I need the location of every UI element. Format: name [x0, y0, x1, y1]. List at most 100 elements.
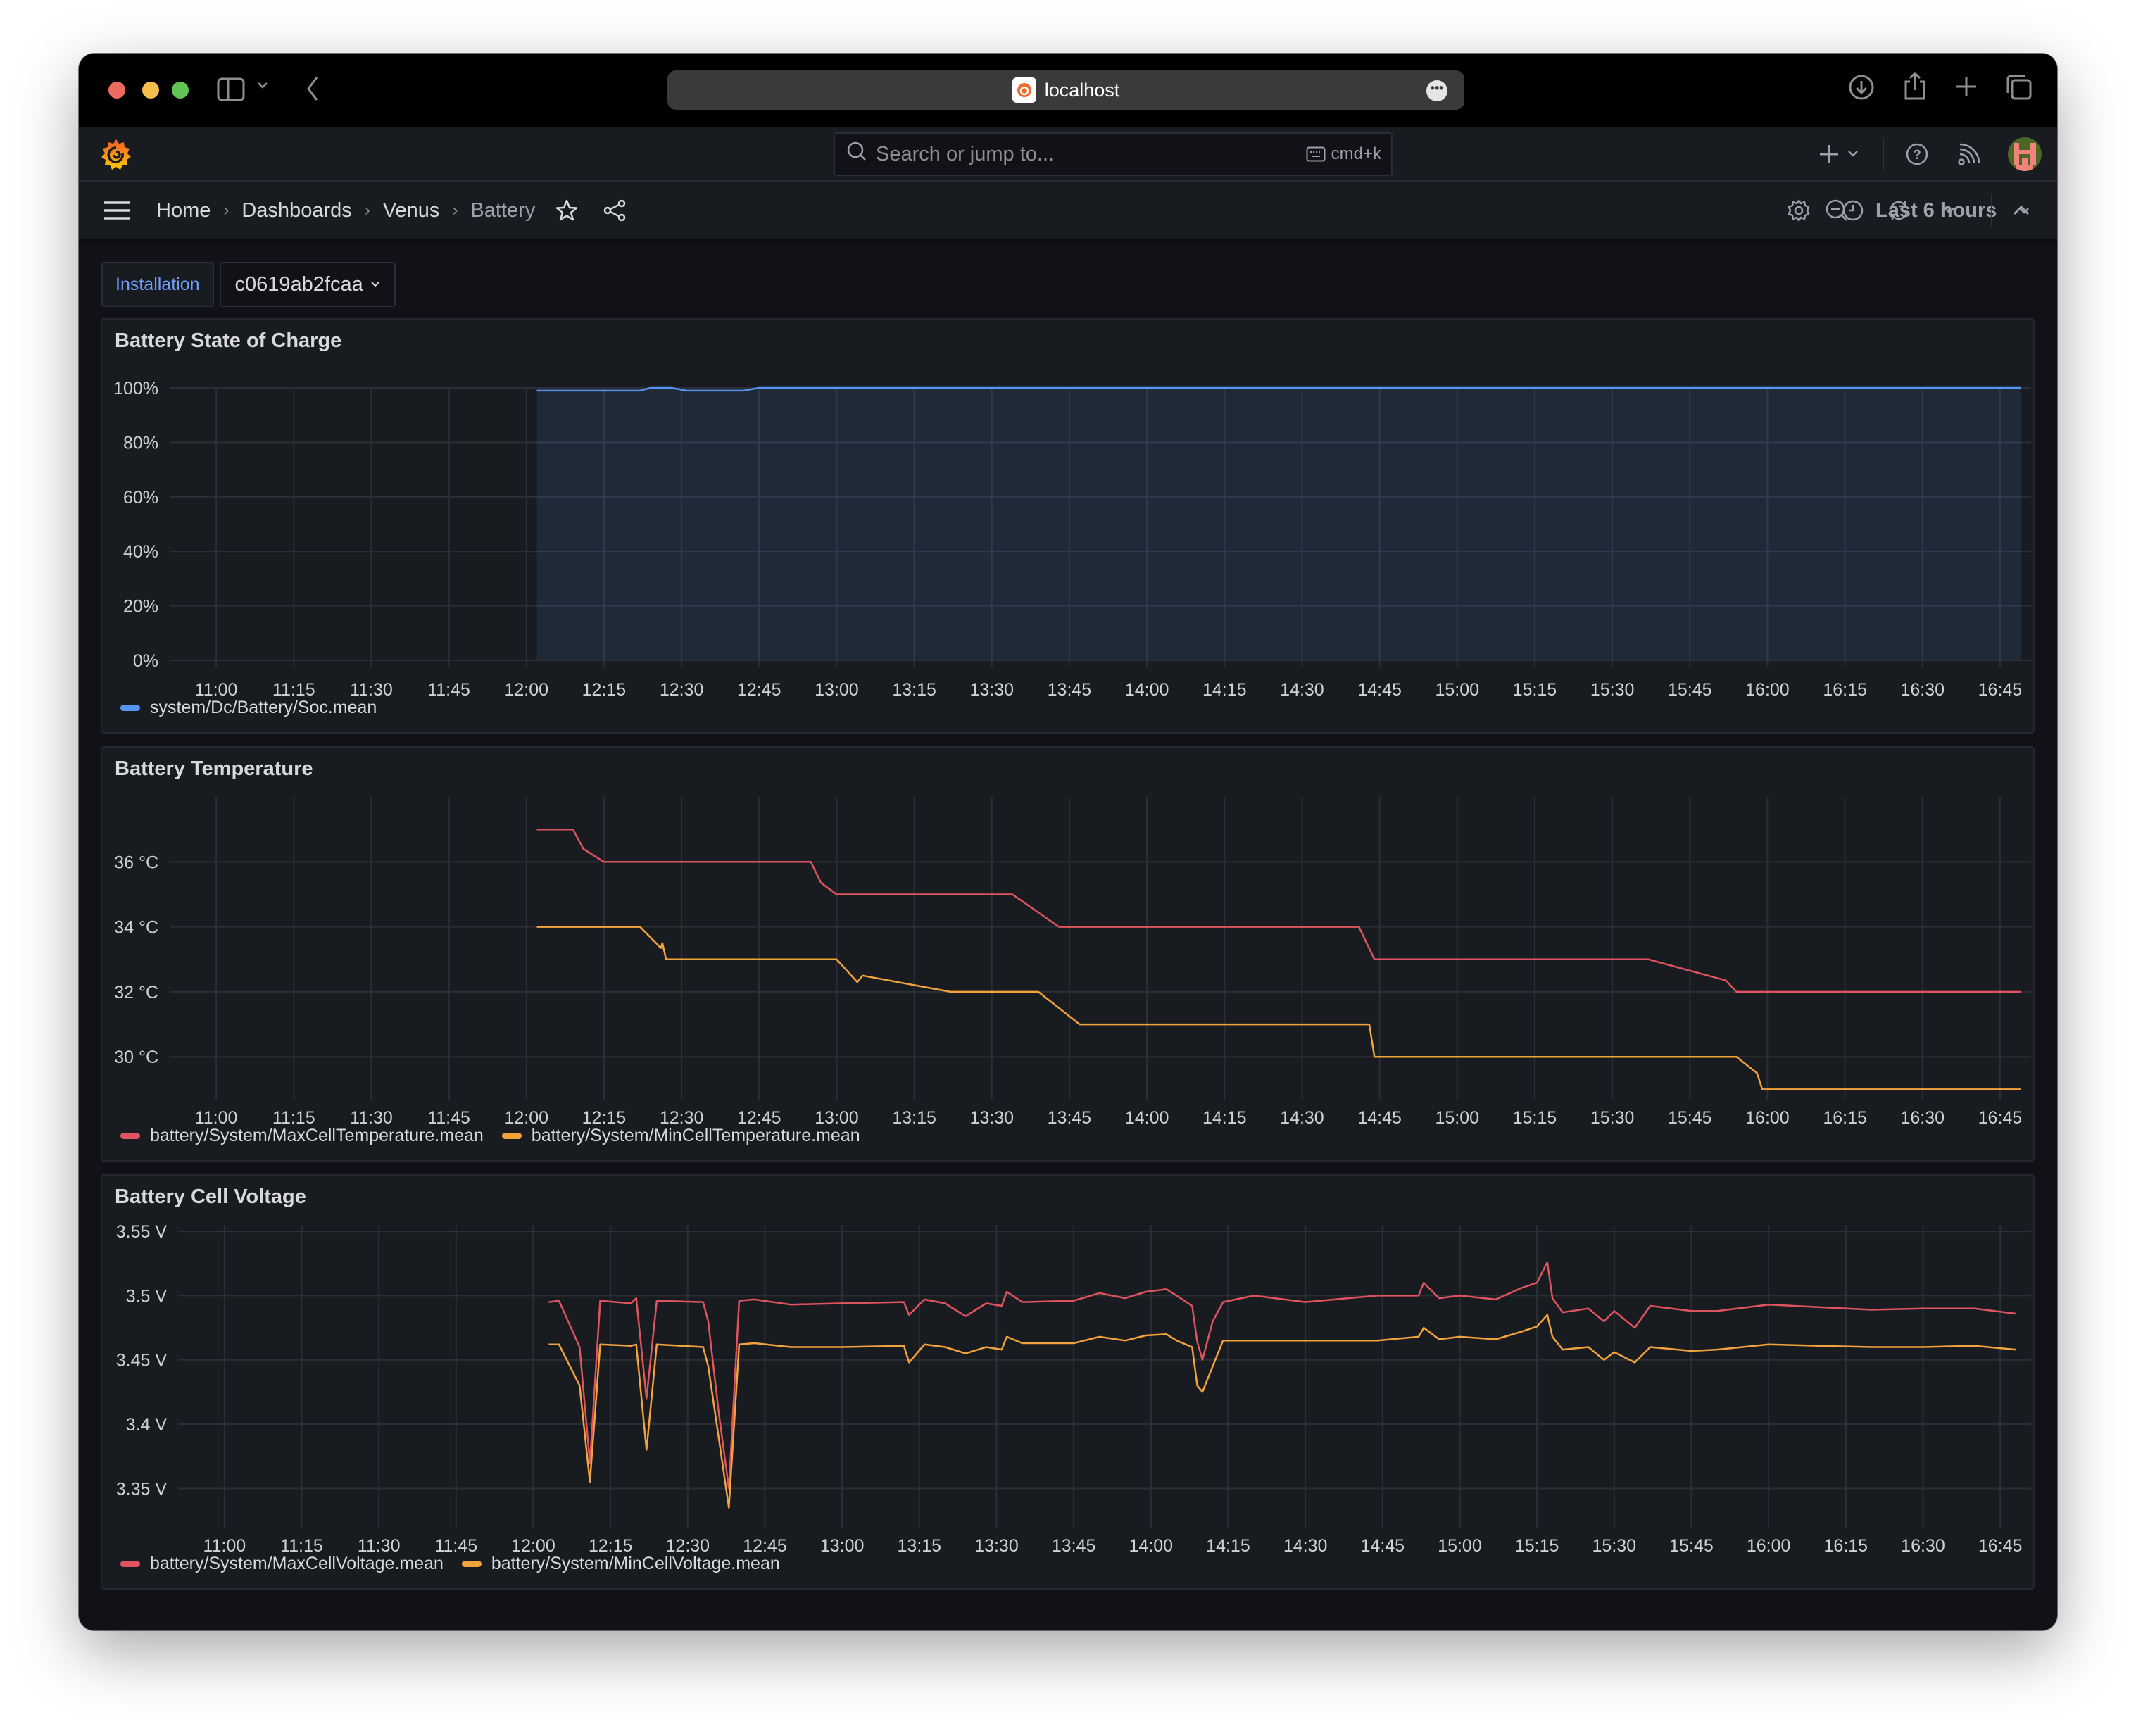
y-tick-label: 60%: [123, 488, 158, 508]
back-icon[interactable]: [304, 75, 321, 103]
chevron-down-icon[interactable]: [256, 80, 269, 90]
avatar[interactable]: [2008, 127, 2042, 182]
x-tick-label: 16:15: [1823, 680, 1867, 700]
installation-select[interactable]: c0619ab2fcaa: [219, 262, 396, 307]
time-range-picker[interactable]: Last 6 hours: [1842, 199, 2030, 222]
legend-swatch: [461, 1561, 482, 1567]
voltage-chart[interactable]: 3.35 V 3.4 V 3.45 V 3.5 V 3.55 V 11:00 11:15 11…: [102, 1176, 2036, 1591]
x-tick-label: 12:15: [582, 680, 627, 700]
breadcrumb-dashboards[interactable]: Dashboards: [241, 199, 351, 222]
zoom-out-icon[interactable]: [1825, 199, 1849, 222]
share-dashboard-icon[interactable]: [603, 199, 627, 222]
settings-icon[interactable]: [1787, 199, 1811, 222]
legend-item[interactable]: battery/System/MinCellTemperature.mean: [501, 1126, 860, 1146]
x-tick-label: 15:30: [1590, 1108, 1635, 1128]
y-tick-label: 34 °C: [114, 918, 158, 938]
legend-item[interactable]: battery/System/MaxCellVoltage.mean: [120, 1554, 444, 1574]
x-tick-label: 12:45: [737, 1108, 781, 1128]
refresh-icon[interactable]: [1887, 199, 1911, 222]
x-tick-label: 16:30: [1900, 680, 1945, 700]
x-tick-label: 14:45: [1357, 680, 1402, 700]
more-icon[interactable]: •••: [1426, 80, 1447, 101]
x-tick-label: 12:30: [666, 1536, 710, 1556]
y-tick-label: 0%: [133, 651, 158, 671]
x-tick-label: 13:30: [969, 1108, 1014, 1128]
x-tick-label: 14:15: [1202, 680, 1247, 700]
x-tick-label: 11:15: [280, 1536, 323, 1556]
address-bar[interactable]: localhost •••: [667, 70, 1464, 110]
panel-temperature: Battery Temperature 30 °C 32 °C 34 °C 36 °C…: [101, 746, 2035, 1162]
tabs-icon[interactable]: [2005, 73, 2033, 101]
rss-icon[interactable]: [1957, 127, 1981, 182]
x-tick-label: 13:00: [815, 680, 859, 700]
legend-item[interactable]: battery/System/MinCellVoltage.mean: [461, 1554, 780, 1574]
new-tab-icon[interactable]: [1954, 75, 1978, 99]
legend-item[interactable]: battery/System/MaxCellTemperature.mean: [120, 1126, 484, 1146]
x-tick-label: 13:45: [1052, 1536, 1096, 1556]
star-icon[interactable]: [555, 199, 579, 222]
collapse-icon[interactable]: [2012, 204, 2030, 217]
x-tick-label: 11:45: [427, 1108, 470, 1128]
x-tick-label: 14:45: [1357, 1108, 1402, 1128]
x-tick-label: 12:30: [660, 1108, 704, 1128]
add-menu-button[interactable]: [1818, 127, 1863, 182]
x-tick-label: 16:45: [1978, 1536, 2023, 1556]
y-tick-label: 36 °C: [114, 853, 158, 872]
x-tick-label: 13:00: [820, 1536, 865, 1556]
x-tick-label: 11:45: [434, 1536, 477, 1556]
x-tick-label: 13:15: [892, 680, 936, 700]
x-tick-label: 16:15: [1823, 1108, 1867, 1128]
x-tick-label: 14:00: [1125, 1108, 1169, 1128]
breadcrumb-home[interactable]: Home: [156, 199, 211, 222]
x-tick-label: 16:00: [1747, 1536, 1791, 1556]
x-tick-label: 11:30: [350, 680, 393, 700]
search-input[interactable]: Search or jump to... cmd+k: [834, 132, 1393, 176]
x-tick-label: 11:30: [358, 1536, 401, 1556]
url-text: localhost: [1044, 79, 1120, 101]
grafana-logo[interactable]: [100, 138, 132, 175]
legend: battery/System/MaxCellTemperature.mean b…: [120, 1126, 860, 1146]
x-tick-label: 14:30: [1280, 1108, 1324, 1128]
panel-cell-voltage: Battery Cell Voltage 3.35 V 3.4 V 3.45 V 3.…: [101, 1174, 2035, 1590]
search-placeholder: Search or jump to...: [876, 142, 1055, 165]
x-tick-label: 14:30: [1280, 680, 1324, 700]
share-icon[interactable]: [1902, 70, 1928, 101]
x-tick-label: 15:00: [1435, 680, 1479, 700]
x-tick-label: 15:15: [1515, 1536, 1559, 1556]
menu-icon[interactable]: [103, 200, 131, 221]
x-tick-label: 16:45: [1978, 1108, 2023, 1128]
legend-item[interactable]: system/Dc/Battery/Soc.mean: [120, 698, 377, 718]
x-tick-label: 11:30: [350, 1108, 393, 1128]
x-tick-label: 13:30: [969, 680, 1014, 700]
breadcrumb-venus[interactable]: Venus: [383, 199, 440, 222]
legend-label: battery/System/MaxCellTemperature.mean: [150, 1126, 484, 1145]
x-tick-label: 12:00: [504, 680, 548, 700]
y-tick-label: 80%: [123, 433, 158, 453]
minimize-window-button[interactable]: [142, 82, 159, 99]
y-tick-label: 3.5 V: [126, 1286, 168, 1306]
download-icon[interactable]: [1847, 73, 1876, 101]
breadcrumb: Home › Dashboards › Venus › Battery: [103, 182, 627, 239]
refresh-interval-chevron-icon[interactable]: [1943, 206, 1956, 215]
x-tick-label: 16:00: [1745, 680, 1790, 700]
x-tick-label: 15:00: [1435, 1108, 1479, 1128]
maximize-window-button[interactable]: [172, 82, 189, 99]
breadcrumb-separator: ›: [452, 201, 458, 220]
grafana-topnav: Search or jump to... cmd+k ?: [79, 127, 2057, 182]
x-tick-label: 11:15: [272, 680, 315, 700]
legend: battery/System/MaxCellVoltage.mean batte…: [120, 1554, 780, 1574]
legend-label: battery/System/MinCellVoltage.mean: [491, 1554, 780, 1573]
x-tick-label: 12:45: [743, 1536, 787, 1556]
variable-label-installation: Installation: [101, 262, 214, 307]
temperature-chart[interactable]: 30 °C 32 °C 34 °C 36 °C 11:00 11:15 11:30 11:45…: [102, 748, 2036, 1163]
breadcrumb-battery: Battery: [470, 199, 536, 222]
browser-window: localhost ••• Search or jump to... cmd+k…: [79, 54, 2057, 1630]
help-icon[interactable]: ?: [1905, 127, 1929, 182]
sidebar-icon[interactable]: [217, 77, 245, 101]
series-area: [536, 388, 2021, 660]
close-window-button[interactable]: [108, 82, 125, 99]
svg-text:?: ?: [1913, 148, 1921, 163]
x-tick-label: 13:45: [1048, 680, 1092, 700]
installation-value: c0619ab2fcaa: [234, 272, 363, 296]
soc-chart[interactable]: 0% 20% 40% 60% 80% 100% 11:00 11:15 11:30 11:45 12…: [102, 320, 2036, 735]
